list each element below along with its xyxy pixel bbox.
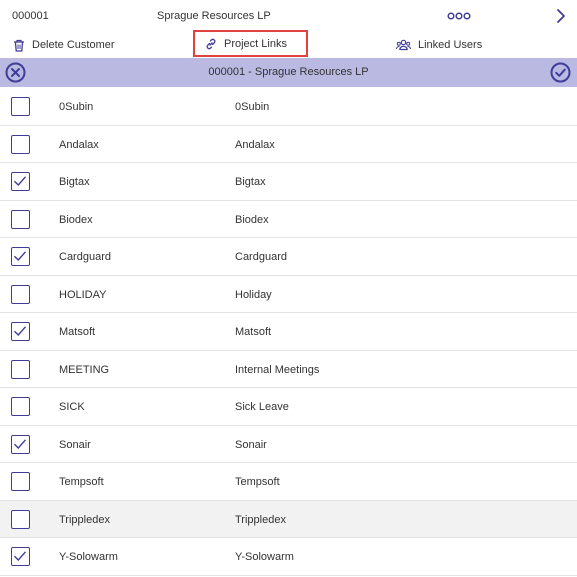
- project-code: Trippledex: [59, 513, 110, 526]
- customer-id: 000001: [12, 10, 49, 22]
- project-description: Sick Leave: [235, 401, 289, 413]
- checkbox[interactable]: [11, 359, 30, 379]
- selection-band: 000001 - Sprague Resources LP: [0, 58, 577, 87]
- linked-users-button[interactable]: Linked Users: [396, 32, 482, 58]
- project-code: 0Subin: [59, 101, 94, 113]
- project-code: SICK: [59, 401, 85, 413]
- project-code: Bigtax: [59, 176, 90, 188]
- project-description: Matsoft: [235, 326, 272, 338]
- checkbox[interactable]: [11, 247, 30, 266]
- list-item[interactable]: Y-Solowarm Y-Solowarm: [0, 538, 577, 576]
- project-code: HOLIDAY: [59, 288, 107, 301]
- project-links-button[interactable]: Project Links: [193, 30, 308, 57]
- checkbox[interactable]: [11, 209, 30, 229]
- project-description: Sonair: [235, 438, 267, 451]
- project-code: MEETING: [59, 363, 110, 376]
- project-description: Biodex: [235, 213, 269, 226]
- project-code: Y-Solowarm: [59, 551, 118, 563]
- project-list: 0Subin 0Subin Andalax Andalax Bigtax Big…: [0, 88, 577, 576]
- customer-name: Sprague Resources LP: [157, 10, 271, 22]
- checkbox[interactable]: [11, 284, 30, 304]
- customer-header: 000001 Sprague Resources LP: [0, 0, 577, 32]
- project-description: 0Subin: [235, 101, 270, 113]
- checkbox[interactable]: [11, 547, 30, 566]
- list-item[interactable]: Cardguard Cardguard: [0, 238, 577, 276]
- list-item[interactable]: SICK Sick Leave: [0, 388, 577, 426]
- project-description: Cardguard: [235, 251, 287, 263]
- band-title: 000001 - Sprague Resources LP: [208, 66, 369, 78]
- list-item[interactable]: Sonair Sonair: [0, 426, 577, 463]
- project-description: Holiday: [235, 288, 272, 301]
- list-item[interactable]: Andalax Andalax: [0, 126, 577, 163]
- delete-customer-button[interactable]: Delete Customer: [13, 32, 115, 58]
- project-code: Sonair: [59, 438, 91, 451]
- list-item[interactable]: 0Subin 0Subin: [0, 88, 577, 126]
- list-item[interactable]: Tempsoft Tempsoft: [0, 463, 577, 501]
- project-links-label: Project Links: [224, 37, 287, 50]
- checkbox[interactable]: [11, 509, 30, 529]
- linked-users-label: Linked Users: [418, 39, 483, 51]
- list-item[interactable]: HOLIDAY Holiday: [0, 276, 577, 313]
- users-icon: [396, 39, 411, 51]
- action-bar: Delete Customer Project Links Linked Use…: [0, 30, 577, 58]
- list-item[interactable]: Matsoft Matsoft: [0, 313, 577, 351]
- project-code: Biodex: [59, 213, 93, 226]
- more-options-icon[interactable]: [447, 9, 471, 23]
- checkbox[interactable]: [11, 397, 30, 416]
- project-description: Y-Solowarm: [235, 551, 294, 563]
- project-code: Cardguard: [59, 251, 111, 263]
- checkbox[interactable]: [11, 97, 30, 116]
- project-code: Matsoft: [59, 326, 96, 338]
- list-item[interactable]: MEETING Internal Meetings: [0, 351, 577, 388]
- project-description: Bigtax: [235, 176, 266, 188]
- trash-icon: [14, 39, 24, 52]
- delete-customer-label: Delete Customer: [32, 39, 115, 51]
- project-code: Tempsoft: [59, 476, 104, 488]
- confirm-icon[interactable]: [550, 62, 571, 83]
- project-description: Trippledex: [235, 513, 286, 526]
- link-icon: [206, 38, 216, 49]
- list-item[interactable]: Bigtax Bigtax: [0, 163, 577, 201]
- chevron-right-icon[interactable]: [555, 8, 567, 24]
- checkbox[interactable]: [11, 134, 30, 154]
- project-description: Internal Meetings: [235, 363, 320, 376]
- project-description: Tempsoft: [235, 476, 280, 488]
- checkbox[interactable]: [11, 322, 30, 341]
- checkbox[interactable]: [11, 472, 30, 491]
- project-description: Andalax: [235, 138, 275, 151]
- checkbox[interactable]: [11, 172, 30, 191]
- list-item[interactable]: Biodex Biodex: [0, 201, 577, 238]
- project-code: Andalax: [59, 138, 99, 151]
- checkbox[interactable]: [11, 434, 30, 454]
- list-item[interactable]: Trippledex Trippledex: [0, 500, 577, 538]
